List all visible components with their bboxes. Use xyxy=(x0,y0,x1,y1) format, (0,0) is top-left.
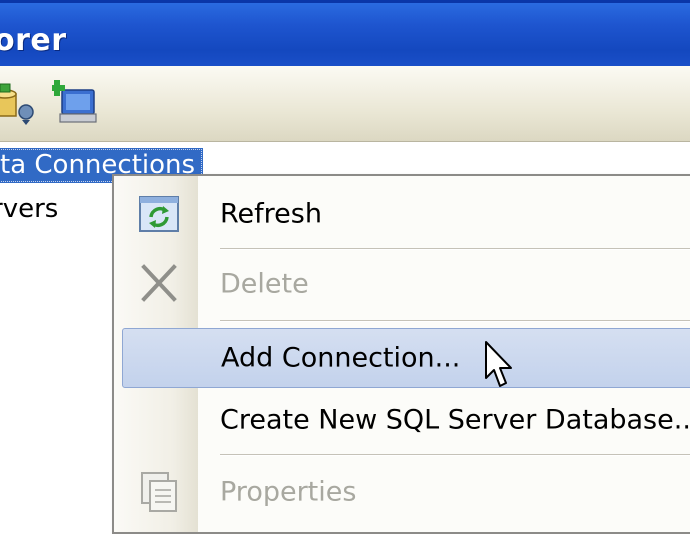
menu-item-add-connection[interactable]: Add Connection... xyxy=(122,328,690,388)
menu-item-label: Delete xyxy=(220,268,309,300)
mouse-cursor-icon xyxy=(485,341,512,387)
menu-item-label: Add Connection... xyxy=(221,342,461,374)
window-title: orer xyxy=(0,23,67,58)
menu-separator xyxy=(220,454,690,456)
menu-item-refresh[interactable]: Refresh xyxy=(114,184,690,244)
toolbar xyxy=(0,66,690,142)
menu-item-label: Create New SQL Server Database... xyxy=(220,404,690,436)
connect-to-database-button[interactable] xyxy=(0,78,38,126)
menu-separator xyxy=(220,320,690,322)
refresh-icon xyxy=(136,191,182,237)
tree-node-servers[interactable]: rvers xyxy=(0,194,58,224)
menu-item-properties[interactable]: Properties xyxy=(114,462,690,522)
menu-item-delete[interactable]: Delete xyxy=(114,254,690,314)
menu-item-label: Properties xyxy=(220,476,357,508)
delete-icon xyxy=(136,261,182,307)
title-bar[interactable]: orer xyxy=(0,0,690,66)
menu-item-create-new-sql-server-database[interactable]: Create New SQL Server Database... xyxy=(114,390,690,450)
properties-icon xyxy=(136,469,182,515)
connect-to-server-icon xyxy=(49,80,97,123)
connect-to-server-button[interactable] xyxy=(49,78,98,126)
context-menu: Refresh Delete Add Connection... Create … xyxy=(112,174,690,534)
menu-separator xyxy=(220,248,690,250)
connect-to-database-icon xyxy=(0,83,34,125)
menu-item-label: Refresh xyxy=(220,198,322,230)
